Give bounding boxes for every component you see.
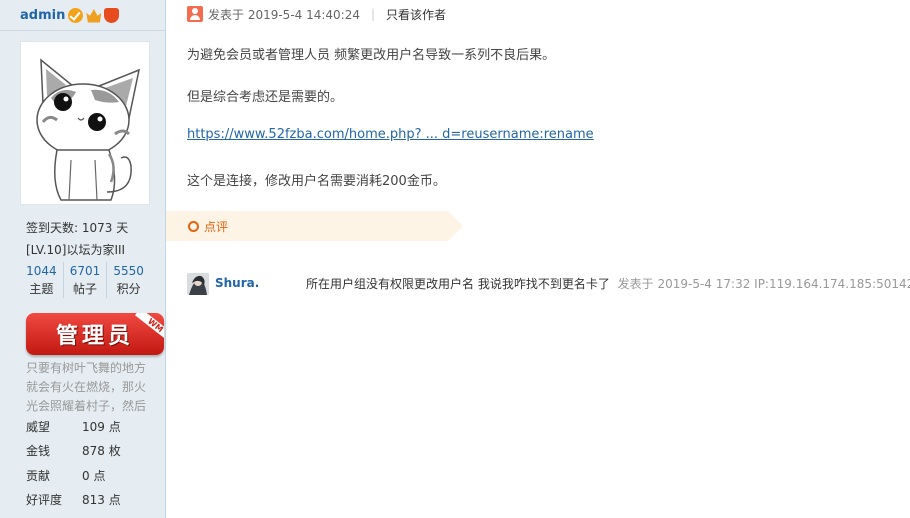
comment-meta[interactable]: 发表于 2019-5-4 17:32 IP:119.164.174.185:50… xyxy=(618,277,910,291)
admin-group-banner: 管理员 WM xyxy=(26,313,164,355)
avatar[interactable] xyxy=(20,41,150,205)
crown-icon[interactable] xyxy=(86,9,102,23)
post-meta: 发表于 2019-5-4 14:40:24 | 只看该作者 xyxy=(187,5,446,23)
user-level[interactable]: [LV.10]以坛为家III xyxy=(26,241,125,258)
profile-row-money: 金钱 878 枚 xyxy=(26,443,156,459)
stat-label: 积分 xyxy=(116,282,141,296)
circle-icon xyxy=(188,220,199,232)
profile-key: 威望 xyxy=(26,420,51,434)
comment-item: 所在用户组没有权限更改用户名 我说我咋找不到更名卡了 发表于 2019-5-4 … xyxy=(306,275,910,292)
profile-row-prestige: 威望 109 点 xyxy=(26,419,156,435)
stat-value[interactable]: 5550 xyxy=(107,262,150,280)
profile-row-rating: 好评度 813 点 xyxy=(26,492,156,508)
profile-value: 109 点 xyxy=(82,420,121,434)
profile-value: 0 点 xyxy=(82,469,106,483)
stat-threads[interactable]: 1044 主题 xyxy=(20,262,63,298)
rename-link[interactable]: https://www.52fzba.com/home.php? ... d=r… xyxy=(187,127,594,142)
person-icon xyxy=(187,6,203,22)
comment-text: 所在用户组没有权限更改用户名 我说我咋找不到更名卡了 xyxy=(306,277,610,291)
stat-points[interactable]: 5550 积分 xyxy=(106,262,150,298)
post-time: 发表于 2019-5-4 14:40:24 xyxy=(208,7,360,22)
comment-avatar[interactable] xyxy=(187,273,209,295)
user-signature: 只要有树叶飞舞的地方就会有火在燃烧，那火光会照耀着村子，然后 xyxy=(26,361,147,413)
post-paragraph: 为避免会员或者管理人员 频繁更改用户名导致一系列不良后果。 xyxy=(187,48,556,63)
profile-row-contribution: 贡献 0 点 xyxy=(26,468,156,484)
comment-section-header: 点评 xyxy=(166,211,463,241)
cat-avatar-icon xyxy=(36,58,141,201)
comment-username[interactable]: Shura. xyxy=(215,276,259,290)
user-stats: 1044 主题 6701 帖子 5550 积分 xyxy=(20,262,150,298)
divider: | xyxy=(371,7,376,21)
stat-label: 主题 xyxy=(29,282,54,296)
user-avatar-icon xyxy=(187,273,209,295)
profile-key: 金钱 xyxy=(26,444,51,458)
stat-value[interactable]: 1044 xyxy=(20,262,63,280)
post-paragraph: 这个是连接，修改用户名需要消耗200金币。 xyxy=(187,174,446,189)
banner-tag: WM xyxy=(135,313,164,343)
stat-value[interactable]: 6701 xyxy=(64,262,107,280)
profile-key: 好评度 xyxy=(26,493,63,507)
only-author-link[interactable]: 只看该作者 xyxy=(386,6,446,23)
user-header: admin xyxy=(0,0,165,30)
username-link[interactable]: admin xyxy=(20,8,65,23)
divider xyxy=(0,30,165,31)
stat-label: 帖子 xyxy=(73,282,98,296)
post-paragraph: 但是综合考虑还是需要的。 xyxy=(187,90,344,105)
shield-icon[interactable] xyxy=(104,7,120,23)
profile-value: 813 点 xyxy=(82,493,121,507)
stat-posts[interactable]: 6701 帖子 xyxy=(62,262,107,298)
comment-label: 点评 xyxy=(204,219,229,234)
profile-key: 贡献 xyxy=(26,469,51,483)
banner-text: 管理员 xyxy=(55,324,134,349)
verified-icon[interactable] xyxy=(68,7,84,23)
profile-value: 878 枚 xyxy=(82,444,121,458)
checkin-days: 签到天数: 1073 天 xyxy=(26,221,129,235)
